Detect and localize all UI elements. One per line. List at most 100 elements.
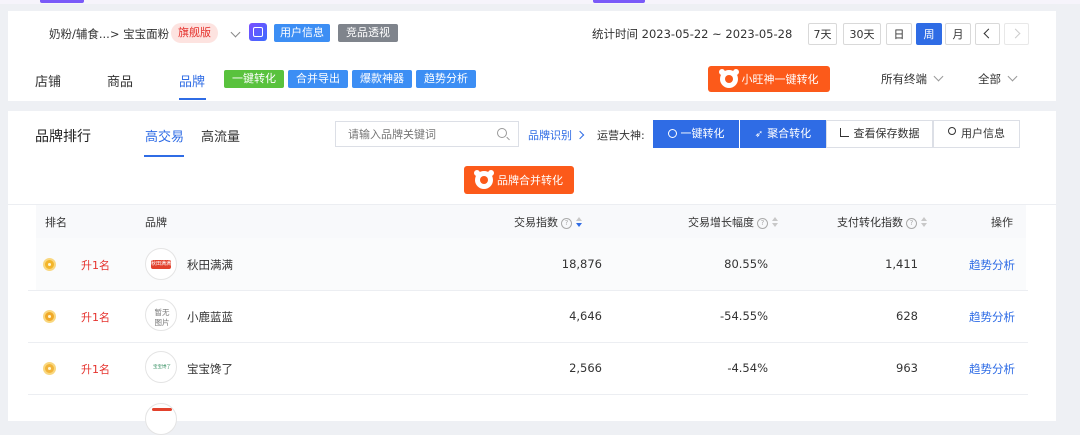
col-header-brand: 品牌	[145, 216, 167, 229]
ops-aggregate-convert-button[interactable]: ➶ 聚合转化	[740, 120, 826, 148]
col-header-trade-growth[interactable]: 交易增长幅度?	[688, 214, 778, 230]
brand-name[interactable]: 小鹿蓝蓝	[187, 309, 233, 325]
competitor-view-button[interactable]: 竞品透视	[338, 24, 398, 42]
trend-analysis-button[interactable]: 趋势分析	[416, 70, 476, 88]
info-icon: ?	[757, 218, 768, 229]
trend-analysis-link[interactable]: 趋势分析	[969, 309, 1015, 325]
view-saved-data-button[interactable]: 查看保存数据	[826, 120, 933, 148]
col-header-trade-index[interactable]: 交易指数?	[514, 214, 582, 230]
scope-select[interactable]: 全部	[978, 71, 1018, 87]
edition-badge: 旗舰版	[171, 23, 218, 43]
col-header-trade-growth-label: 交易增长幅度	[688, 216, 754, 229]
ops-user-info-button[interactable]: 用户信息	[933, 120, 1020, 148]
trade-index-value: 2,566	[569, 361, 602, 375]
trade-growth-value: -54.55%	[720, 309, 768, 323]
col-header-pay-conversion[interactable]: 支付转化指数?	[837, 214, 927, 230]
chevron-right-icon	[575, 130, 585, 140]
col-header-rank: 排名	[45, 216, 67, 229]
user-icon	[948, 127, 956, 135]
ops-one-click-convert-label: 一键转化	[680, 127, 725, 140]
info-icon: ?	[561, 218, 572, 229]
terminal-select[interactable]: 所有终端	[881, 71, 944, 87]
ranking-tab-underline	[144, 155, 184, 157]
rank-medal-icon	[43, 258, 56, 271]
brand-name[interactable]: 秋田满满	[187, 257, 233, 273]
range-week-button[interactable]: 周	[916, 23, 942, 45]
xiaowang-logo-icon	[474, 170, 493, 189]
brand-merge-convert-label: 品牌合并转化	[497, 174, 563, 187]
terminal-select-value: 所有终端	[881, 72, 927, 86]
next-period-button[interactable]	[1004, 23, 1029, 45]
brand-logo-text: 暂无图片	[154, 308, 170, 327]
range-month-button[interactable]: 月	[945, 23, 971, 45]
top-accent-bar	[593, 0, 645, 3]
rank-change: 升1名	[81, 311, 110, 324]
col-header-action: 操作	[991, 216, 1013, 229]
rank-medal-icon	[43, 362, 56, 375]
chevron-down-icon[interactable]	[230, 27, 241, 42]
sort-icon[interactable]	[576, 217, 582, 227]
info-icon: ?	[906, 218, 917, 229]
tab-shop[interactable]: 店铺	[35, 71, 61, 90]
ranking-title: 品牌排行	[35, 129, 91, 145]
row-divider	[28, 342, 1028, 343]
trade-growth-value: -4.54%	[727, 361, 768, 375]
row-divider	[28, 290, 1028, 291]
chevron-down-icon	[933, 71, 944, 82]
brand-identify-link[interactable]: 品牌识别	[528, 127, 585, 143]
tab-brand[interactable]: 品牌	[179, 71, 205, 90]
tab-high-trade[interactable]: 高交易	[145, 126, 184, 145]
trend-analysis-link[interactable]: 趋势分析	[969, 257, 1015, 273]
prev-period-button[interactable]	[975, 23, 1000, 45]
brand-logo: 暂无图片	[145, 299, 177, 331]
category-breadcrumb[interactable]: 奶粉/辅食...> 宝宝面粉	[49, 26, 169, 42]
xiaowang-logo-icon	[718, 69, 738, 88]
col-header-trade-index-label: 交易指数	[514, 216, 558, 229]
brand-search-box[interactable]	[335, 121, 519, 147]
brand-identify-label: 品牌识别	[528, 129, 572, 142]
rank-change: 升1名	[81, 259, 110, 272]
brand-name[interactable]: 宝宝馋了	[187, 361, 233, 377]
pay-conversion-value: 1,411	[885, 257, 918, 271]
trend-analysis-link[interactable]: 趋势分析	[969, 361, 1015, 377]
one-click-convert-button[interactable]: 一键转化	[224, 70, 284, 88]
active-tab-underline	[179, 98, 206, 100]
brand-merge-convert-button[interactable]: 品牌合并转化	[464, 166, 574, 194]
pay-conversion-value: 628	[896, 309, 918, 323]
hot-product-tool-button[interactable]: 爆款神器	[352, 70, 412, 88]
range-7d-button[interactable]: 7天	[808, 23, 837, 45]
scope-select-value: 全部	[978, 72, 1001, 86]
brand-logo: 宝宝馋了	[145, 351, 177, 383]
header-card: 奶粉/辅食...> 宝宝面粉 旗舰版 用户信息 竞品透视 统计时间 2023-0…	[8, 11, 1056, 101]
pay-conversion-value: 963	[896, 361, 918, 375]
ops-one-click-convert-button[interactable]: 一键转化	[653, 120, 739, 148]
trade-index-value: 4,646	[569, 309, 602, 323]
xiaowang-convert-label: 小旺神一键转化	[741, 73, 819, 86]
merge-export-button[interactable]: 合并导出	[288, 70, 348, 88]
top-strip	[0, 0, 1080, 4]
brand-logo: 秋田满满	[145, 248, 177, 280]
stats-time-label: 统计时间	[592, 27, 638, 41]
brand-logo-text: 秋田满满	[151, 260, 171, 269]
brand-search-input[interactable]	[346, 127, 490, 142]
link-icon	[667, 129, 677, 138]
brand-logo-text: 宝宝馋了	[153, 365, 171, 370]
tab-product[interactable]: 商品	[107, 71, 133, 90]
plugin-icon[interactable]	[249, 23, 267, 41]
ops-user-info-label: 用户信息	[961, 127, 1005, 140]
xiaowang-convert-button[interactable]: 小旺神一键转化	[708, 66, 830, 92]
chart-icon	[839, 128, 849, 137]
rank-change: 升1名	[81, 363, 110, 376]
col-header-pay-conversion-label: 支付转化指数	[837, 216, 903, 229]
sort-icon[interactable]	[921, 217, 927, 227]
range-day-button[interactable]: 日	[886, 23, 912, 45]
range-30d-button[interactable]: 30天	[843, 23, 881, 45]
ops-label: 运营大神:	[597, 129, 645, 142]
ops-aggregate-convert-label: 聚合转化	[767, 127, 812, 140]
user-info-button[interactable]: 用户信息	[274, 24, 330, 42]
tab-high-traffic[interactable]: 高流量	[201, 126, 240, 145]
trade-index-value: 18,876	[561, 257, 602, 271]
brand-logo	[145, 403, 177, 435]
trade-growth-value: 80.55%	[724, 257, 768, 271]
sort-icon[interactable]	[772, 217, 778, 227]
